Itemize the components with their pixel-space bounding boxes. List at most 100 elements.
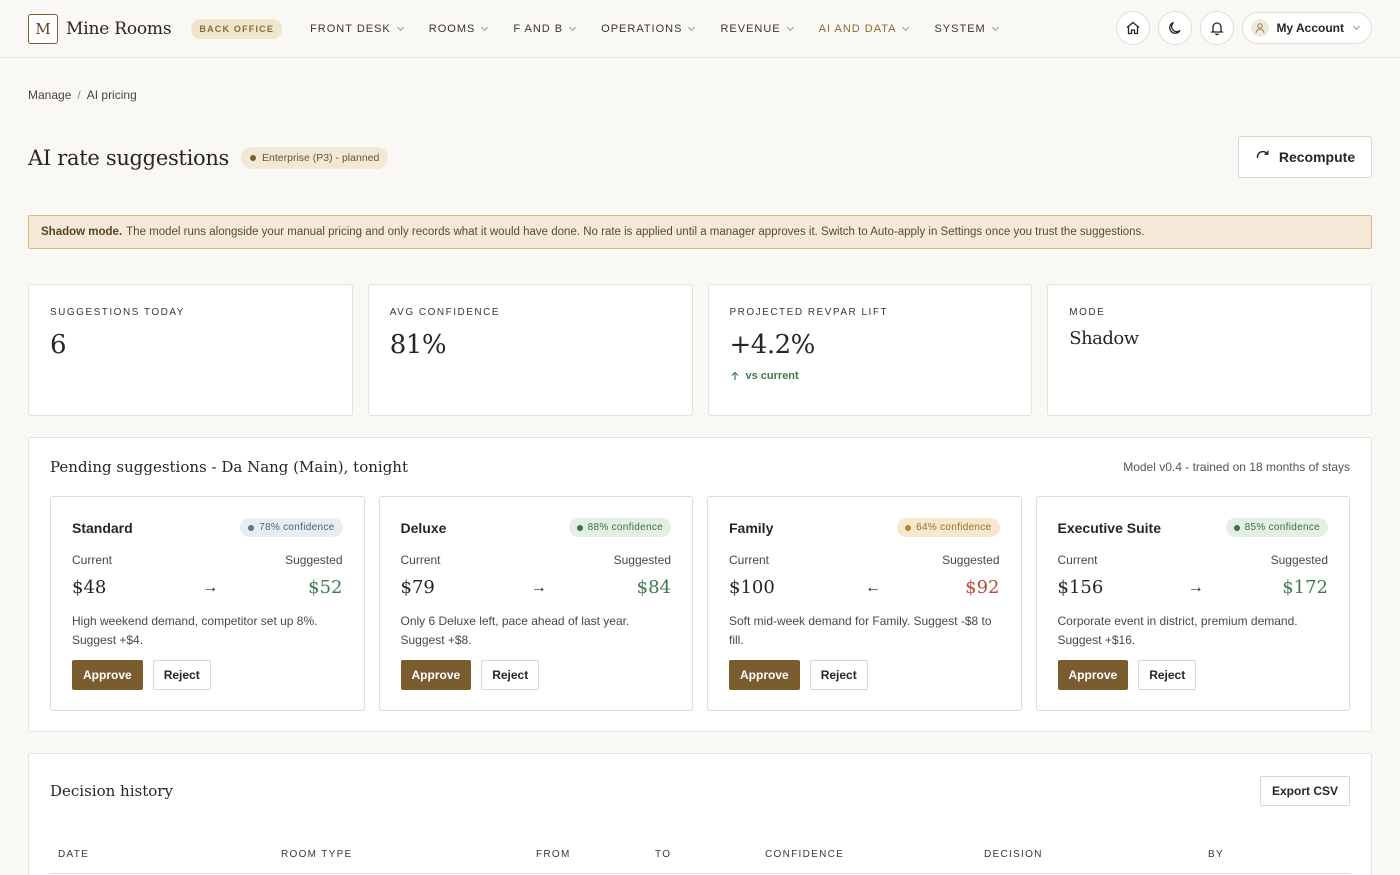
shadow-mode-banner: Shadow mode. The model runs alongside yo…: [28, 215, 1372, 249]
reject-button[interactable]: Reject: [809, 660, 868, 690]
panel-header: Decision history Export CSV: [50, 776, 1350, 806]
brand[interactable]: M Mine Rooms BACK OFFICE: [28, 13, 283, 44]
confidence-badge: 78% confidence: [240, 518, 343, 537]
menu-label: FRONT DESK: [310, 22, 391, 35]
suggestion-card: Deluxe 88% confidence Current Suggested …: [378, 496, 693, 711]
plan-badge: Enterprise (P3) - planned: [241, 147, 389, 169]
column-header[interactable]: BY: [1200, 849, 1320, 860]
chevron-down-icon: [991, 23, 999, 31]
theme-toggle-button[interactable]: [1158, 11, 1193, 45]
stats-row: SUGGESTIONS TODAY 6 AVG CONFIDENCE 81% P…: [28, 284, 1372, 416]
stat-mode: MODE Shadow: [1047, 284, 1372, 416]
menu-front-desk[interactable]: FRONT DESK: [310, 22, 404, 35]
suggested-label: Suggested: [285, 553, 343, 567]
status-dot: [250, 155, 257, 161]
column-header[interactable]: DATE: [50, 849, 273, 860]
stat-label: AVG CONFIDENCE: [389, 307, 501, 318]
bell-icon: [1210, 22, 1225, 36]
stat-label: PROJECTED REVPAR LIFT: [729, 307, 889, 318]
recompute-label: Recompute: [1278, 149, 1356, 165]
chevron-down-icon: [688, 23, 696, 31]
back-office-badge: BACK OFFICE: [191, 18, 283, 39]
suggested-label: Suggested: [613, 553, 671, 567]
current-label: Current: [729, 553, 770, 567]
menu-ai-and-data[interactable]: AI AND DATA: [819, 23, 910, 35]
column-header[interactable]: TO: [647, 849, 757, 860]
room-type-name: Standard: [72, 519, 133, 536]
notifications-button[interactable]: [1200, 11, 1235, 45]
stat-revpar-lift: PROJECTED REVPAR LIFT +4.2% vs current: [707, 284, 1033, 416]
stat-trend: vs current: [730, 370, 1011, 382]
menu-label: F AND B: [513, 22, 564, 35]
suggestion-card: Executive Suite 85% confidence Current S…: [1035, 496, 1350, 711]
confidence-dot: [905, 524, 912, 531]
suggested-label: Suggested: [1270, 553, 1328, 567]
approve-button[interactable]: Approve: [729, 660, 800, 690]
confidence-label: 88% confidence: [587, 522, 663, 533]
price-row: $79 → $84: [401, 577, 672, 598]
reject-button[interactable]: Reject: [1138, 660, 1197, 690]
page-title: AI rate suggestions: [28, 146, 230, 170]
account-menu[interactable]: My Account: [1242, 12, 1372, 44]
home-icon: [1127, 21, 1140, 35]
menu-rooms[interactable]: ROOMS: [428, 22, 489, 35]
stat-value: Shadow: [1069, 328, 1139, 349]
arrow-right-icon: →: [530, 578, 547, 596]
reject-button[interactable]: Reject: [481, 660, 540, 690]
column-header[interactable]: ROOM TYPE: [273, 849, 528, 860]
card-header: Family 64% confidence: [729, 518, 1000, 537]
suggested-price: $52: [308, 577, 343, 598]
plan-badge-label: Enterprise (P3) - planned: [262, 152, 380, 164]
export-csv-button[interactable]: Export CSV: [1259, 776, 1350, 806]
confidence-dot: [248, 524, 255, 531]
price-labels: Current Suggested: [729, 553, 1000, 567]
menu-operations[interactable]: OPERATIONS: [601, 22, 696, 35]
nav-actions: My Account: [1116, 11, 1372, 45]
chevron-down-icon: [396, 23, 404, 31]
stat-label: MODE: [1069, 307, 1106, 318]
column-header[interactable]: CONFIDENCE: [757, 849, 976, 860]
column-header[interactable]: DECISION: [976, 849, 1200, 860]
suggestion-reason: Only 6 Deluxe left, pace ahead of last y…: [400, 614, 630, 647]
menu-revenue[interactable]: REVENUE: [720, 22, 794, 35]
menu-label: ROOMS: [428, 22, 476, 35]
account-label: My Account: [1276, 21, 1344, 35]
confidence-badge: 88% confidence: [568, 518, 671, 537]
approve-button[interactable]: Approve: [400, 660, 472, 690]
price-row: $156 → $172: [1058, 577, 1329, 598]
confidence-badge: 64% confidence: [897, 518, 1000, 537]
banner-text: The model runs alongside your manual pri…: [126, 226, 1145, 238]
menu-system[interactable]: SYSTEM: [934, 23, 999, 35]
menu-label: OPERATIONS: [601, 22, 683, 35]
stat-trend-label: vs current: [745, 370, 799, 382]
arrow-right-icon: →: [202, 578, 219, 596]
reject-button[interactable]: Reject: [152, 660, 211, 690]
current-price: $48: [72, 577, 107, 598]
chevron-down-icon: [481, 23, 489, 31]
recompute-button[interactable]: Recompute: [1238, 136, 1372, 178]
card-actions: Approve Reject: [400, 660, 672, 690]
stat-value: 6: [50, 330, 67, 360]
chevron-down-icon: [786, 23, 794, 31]
confidence-dot: [576, 524, 583, 531]
suggestion-card: Standard 78% confidence Current Suggeste…: [50, 496, 365, 711]
home-button[interactable]: [1116, 11, 1151, 45]
main-content: Manage / AI pricing AI rate suggestions …: [0, 88, 1400, 875]
price-row: $48 → $52: [72, 577, 343, 598]
current-label: Current: [400, 553, 441, 567]
suggestion-card: Family 64% confidence Current Suggested …: [707, 496, 1022, 711]
moon-icon: [1169, 21, 1181, 34]
breadcrumb-current: AI pricing: [86, 88, 137, 102]
approve-button[interactable]: Approve: [1057, 660, 1129, 690]
chevron-down-icon: [569, 23, 577, 31]
menu-label: REVENUE: [720, 22, 781, 35]
column-header[interactable]: FROM: [528, 849, 647, 860]
current-price: $100: [729, 577, 775, 598]
menu-f-and-b[interactable]: F AND B: [513, 22, 577, 35]
breadcrumb-manage[interactable]: Manage: [28, 88, 71, 102]
suggestion-reason: High weekend demand, competitor set up 8…: [72, 614, 318, 647]
stat-label: SUGGESTIONS TODAY: [50, 307, 185, 318]
logo: M: [28, 13, 58, 44]
approve-button[interactable]: Approve: [72, 660, 143, 690]
current-label: Current: [1057, 553, 1098, 567]
